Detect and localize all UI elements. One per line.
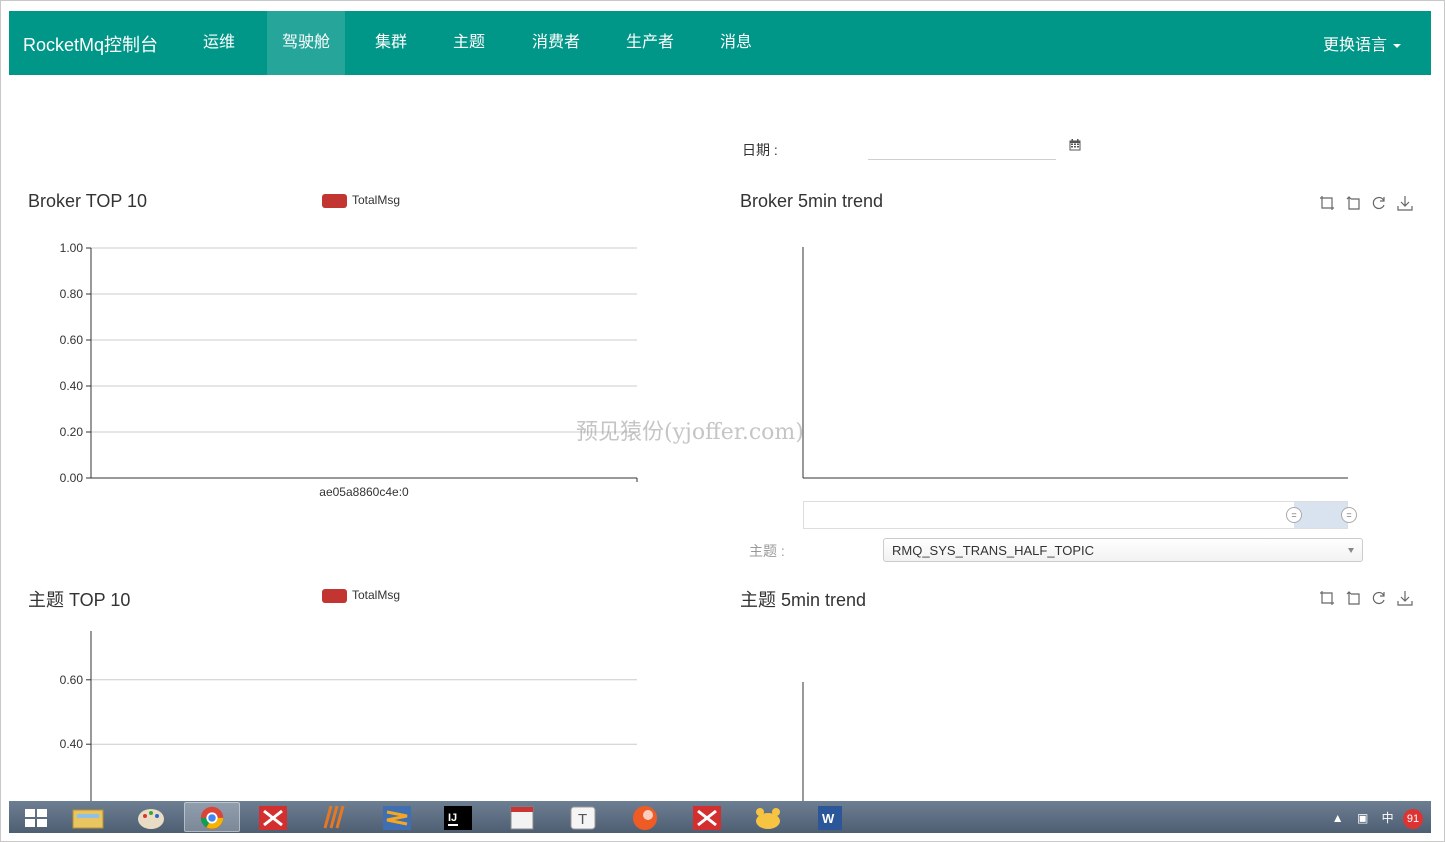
baidu-netdisk-icon[interactable] [740,802,796,832]
topic-select-value: RMQ_SYS_TRANS_HALF_TOPIC [892,543,1095,558]
date-label: 日期 : [742,142,778,158]
refresh-icon[interactable] [1371,590,1387,606]
zoom-icon[interactable] [1319,195,1335,211]
topic-trend-toolbox [1319,590,1413,606]
legend-label: TotalMsg [352,193,401,207]
svg-text:IJ: IJ [448,812,457,824]
file-explorer-icon[interactable] [61,802,117,832]
legend-swatch [322,193,347,208]
language-label: 更换语言 [1322,37,1387,54]
topic-top10-title: 主题 TOP 10 [28,590,131,610]
rainbow-app-icon[interactable] [307,802,363,832]
nav-item-ops[interactable]: 运维 [189,11,249,75]
system-tray: ▲ ▣ 中 91 [1332,809,1423,829]
svg-text:T: T [578,811,587,828]
nav-item-producer[interactable]: 生产者 [615,11,685,75]
broker-trend-title: Broker 5min trend [740,191,884,211]
legend-swatch [322,588,347,603]
legend-label: TotalMsg [352,588,401,602]
caret-down-icon [1393,43,1401,48]
topic-label: 主题 : [749,543,785,559]
datazoom-handle-right[interactable]: = [1341,507,1357,523]
chrome-icon[interactable] [184,802,240,832]
download-icon[interactable] [1397,195,1413,211]
zoom-reset-icon[interactable] [1345,195,1361,211]
topic-top10-chart: 0.40 0.60 [60,631,637,801]
browser-frame: RocketMq控制台 运维 驾驶舱 集群 主题 消费者 生产者 消息 更换语言… [0,0,1445,842]
y-tick-label: 0.60 [60,673,84,687]
xmind-secondary-icon[interactable] [679,802,735,832]
broker-top10-title: Broker TOP 10 [28,191,148,211]
nav-item-cluster[interactable]: 集群 [361,11,421,75]
y-tick-label: 0.20 [60,425,84,439]
broker-trend-chart [802,247,1348,479]
app-brand[interactable]: RocketMq控制台 [23,31,158,57]
broker-trend-toolbox [1319,195,1413,211]
typora-icon[interactable]: T [555,802,611,832]
watermark: 预见猿份(yjoffer.com) [576,420,804,445]
select-arrow-icon [1348,548,1354,553]
sublime-icon[interactable] [369,802,425,832]
zoom-icon[interactable] [1319,590,1335,606]
topic-select[interactable]: RMQ_SYS_TRANS_HALF_TOPIC [883,538,1363,562]
top-navbar: RocketMq控制台 运维 驾驶舱 集群 主题 消费者 生产者 消息 更换语言 [9,11,1431,75]
topic-top10-legend[interactable]: TotalMsg [322,588,400,603]
language-dropdown[interactable]: 更换语言 [1323,31,1401,55]
y-tick-label: 0.40 [60,737,84,751]
y-tick-label: 1.00 [60,241,84,255]
y-tick-label: 0.00 [60,471,84,485]
word-icon[interactable]: W [802,802,858,832]
y-tick-label: 0.60 [60,333,84,347]
paint-icon[interactable] [123,802,179,832]
y-tick-label: 0.80 [60,287,84,301]
nav-item-topic[interactable]: 主题 [439,11,499,75]
postman-icon[interactable] [617,802,673,832]
svg-text:W: W [822,811,835,826]
nav-item-message[interactable]: 消息 [707,11,765,75]
topic-trend-chart [802,682,804,801]
datazoom-handle-left[interactable]: = [1286,507,1302,523]
zoom-reset-icon[interactable] [1345,590,1361,606]
download-icon[interactable] [1397,590,1413,606]
nav-item-dashboard[interactable]: 驾驶舱 [267,11,345,75]
ime-indicator[interactable]: 中 [1382,811,1394,825]
datazoom-slider[interactable]: = = [803,501,1357,529]
topic-trend-title: 主题 5min trend [740,590,867,610]
broker-top10-chart: 0.00 0.20 0.40 0.60 0.80 1.00 ae05a8860c4e:0 [60,241,638,499]
network-icon[interactable]: ▣ [1357,811,1368,825]
date-input[interactable] [868,138,1056,160]
tray-up-arrow-icon[interactable]: ▲ [1332,811,1344,825]
nav-item-consumer[interactable]: 消费者 [521,11,591,75]
refresh-icon[interactable] [1371,195,1387,211]
notes-icon[interactable] [493,802,549,832]
x-tick-label: ae05a8860c4e:0 [319,485,409,499]
xmind-icon[interactable] [245,802,301,832]
broker-top10-legend[interactable]: TotalMsg [322,193,400,208]
notification-badge[interactable]: 91 [1403,809,1423,829]
calendar-icon[interactable] [1069,139,1081,151]
intellij-icon[interactable]: IJ [430,802,486,832]
os-taskbar: IJ T W ▲ ▣ 中 91 [9,801,1431,833]
y-tick-label: 0.40 [60,379,84,393]
